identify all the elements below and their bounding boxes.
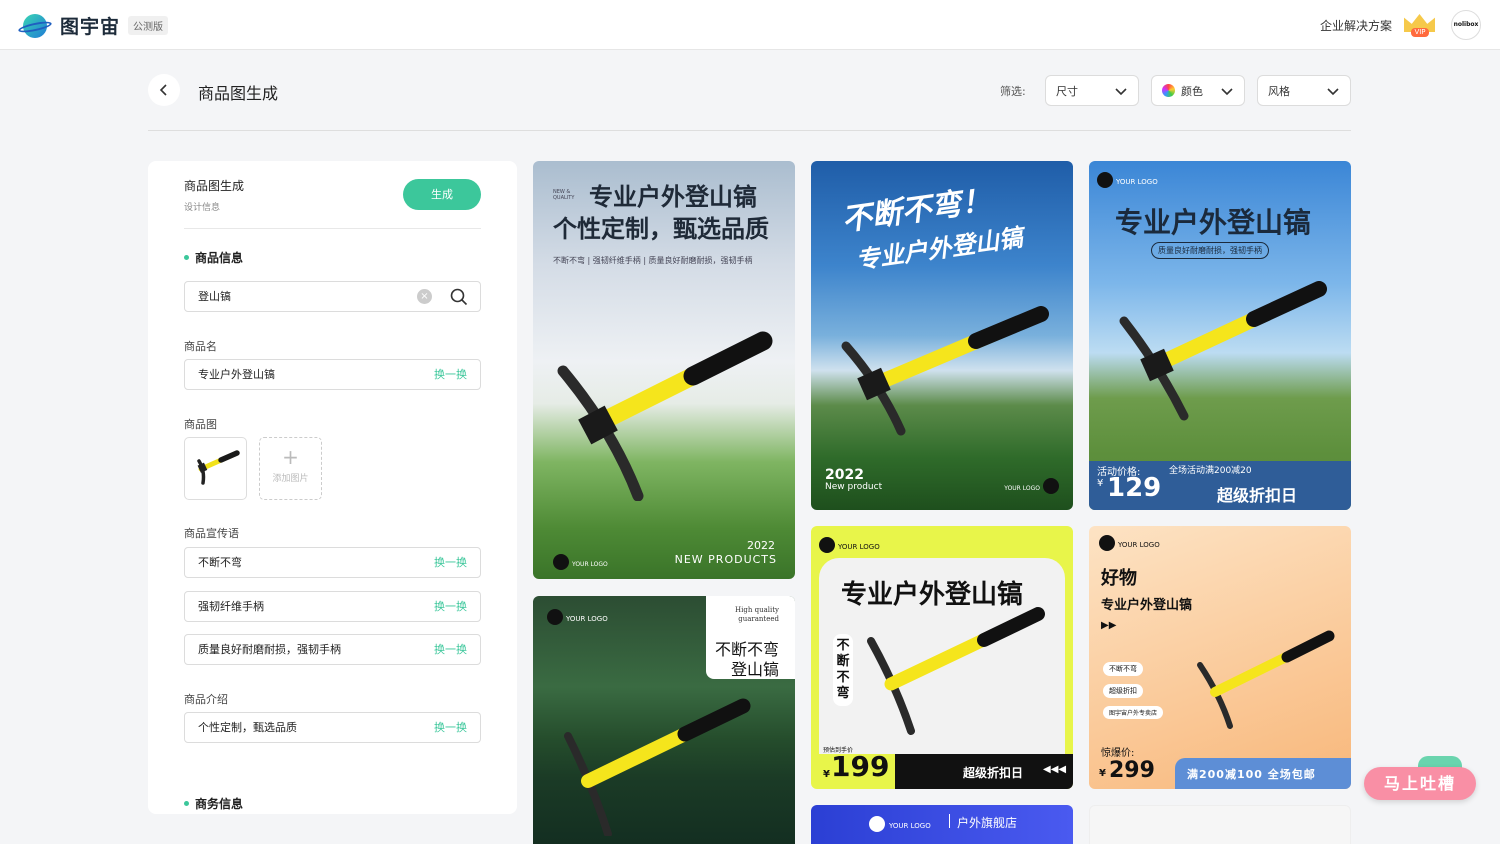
product-card[interactable]: YOUR LOGO 专业户外登山镐 质量良好耐磨耐损，强韧手柄 活动价格: 全场… [1089, 161, 1351, 510]
panel-divider [184, 228, 481, 229]
section-business-info: 商务信息 [184, 795, 243, 812]
slogan-field[interactable]: 不断不弯 换一换 [184, 547, 481, 578]
brand-logo: YOUR LOGO [869, 813, 931, 832]
product-card[interactable]: YOUR LOGO 户外旗舰店 [811, 805, 1073, 844]
rewind-icon: ◀◀◀ [1043, 764, 1067, 775]
generate-button[interactable]: 生成 [403, 179, 481, 210]
section-bullet [184, 801, 189, 806]
vip-crown-icon[interactable]: VIP [1404, 12, 1435, 38]
planet-logo-icon [17, 13, 53, 38]
feedback-button[interactable]: 马上吐槽 [1364, 767, 1476, 800]
pickaxe-image [1197, 630, 1335, 729]
avatar[interactable]: nolibox [1451, 10, 1481, 40]
filter-size-select[interactable]: 尺寸 [1045, 75, 1139, 106]
brand-logo: YOUR LOGO [553, 551, 608, 570]
panel-subtitle: 设计信息 [184, 203, 221, 213]
color-wheel-icon [1162, 84, 1175, 97]
brand-logo: YOUR LOGO [1004, 475, 1059, 494]
header-divider [148, 130, 1351, 131]
slogan-field[interactable]: 强韧纤维手柄 换一换 [184, 591, 481, 622]
section-bullet [184, 255, 189, 260]
filter-label: 筛选: [1000, 85, 1026, 98]
add-image-button[interactable]: + 添加图片 [259, 437, 322, 500]
swap-button[interactable]: 换一换 [434, 713, 467, 742]
product-card[interactable]: 不断不弯！ 专业户外登山镐 2022 New product YOUR LOGO [811, 161, 1073, 510]
design-info-panel: 商品图生成 设计信息 生成 商品信息 登山镐 × 商品名 专业户外登山镐 换一换… [148, 161, 517, 814]
search-icon[interactable] [450, 288, 468, 306]
top-nav: 图宇宙 公测版 企业解决方案 VIP nolibox [0, 0, 1500, 50]
page-title: 商品图生成 [198, 84, 279, 103]
chevron-down-icon [1115, 88, 1127, 96]
app-logo[interactable]: 图宇宙 公测版 [17, 12, 169, 39]
section-product-info: 商品信息 [184, 249, 243, 266]
brand-logo: YOUR LOGO [819, 534, 880, 553]
pickaxe-image [1119, 281, 1327, 421]
fast-forward-icon: ▶▶ [1101, 620, 1117, 631]
chevron-down-icon [1221, 88, 1233, 96]
intro-field[interactable]: 个性定制，甄选品质 换一换 [184, 712, 481, 743]
pickaxe-image [867, 607, 1045, 735]
swap-button[interactable]: 换一换 [434, 635, 467, 664]
brand-logo: YOUR LOGO [1097, 169, 1158, 188]
slogan-field[interactable]: 质量良好耐磨耐损，强韧手柄 换一换 [184, 634, 481, 665]
app-name: 图宇宙 [60, 16, 121, 38]
product-image-thumbnail[interactable] [184, 437, 247, 500]
product-card[interactable]: YOUR LOGO High quality guaranteed 不断不弯 登… [533, 596, 795, 844]
plus-icon: + [282, 445, 299, 469]
beta-badge: 公测版 [128, 16, 169, 35]
swap-button[interactable]: 换一换 [434, 360, 467, 389]
product-card[interactable]: NEW & QUALITY 专业户外登山镐 个性定制，甄选品质 不断不弯 | 强… [533, 161, 795, 579]
product-image-label: 商品图 [184, 418, 217, 431]
swap-button[interactable]: 换一换 [434, 548, 467, 577]
product-card[interactable] [1089, 805, 1351, 844]
logo-divider [949, 814, 950, 828]
product-name-field[interactable]: 专业户外登山镐 换一换 [184, 359, 481, 390]
product-card[interactable]: YOUR LOGO 好物 专业户外登山镐 ▶▶ 不断不弯 超级折扣 图宇宙户外专… [1089, 526, 1351, 789]
filter-color-select[interactable]: 颜色 [1151, 75, 1245, 106]
filter-style-select[interactable]: 风格 [1257, 75, 1351, 106]
enterprise-solutions-link[interactable]: 企业解决方案 [1320, 17, 1392, 34]
back-button[interactable] [148, 74, 180, 106]
pickaxe-image [557, 331, 773, 501]
pickaxe-image [564, 698, 751, 836]
pickaxe-image [841, 306, 1049, 436]
pickaxe-image [196, 449, 240, 485]
swap-button[interactable]: 换一换 [434, 592, 467, 621]
intro-label: 商品介绍 [184, 693, 228, 706]
product-search-input[interactable]: 登山镐 × [184, 281, 481, 312]
product-card[interactable]: YOUR LOGO 专业户外登山镐 不断不弯 超级折扣日 ◀◀◀ 预估到手价 ¥… [811, 526, 1073, 789]
chevron-down-icon [1327, 88, 1339, 96]
brand-logo: YOUR LOGO [547, 606, 608, 625]
panel-title: 商品图生成 [184, 179, 245, 193]
clear-icon[interactable]: × [417, 289, 432, 304]
product-name-label: 商品名 [184, 340, 217, 353]
brand-logo: YOUR LOGO [1099, 532, 1160, 551]
slogan-label: 商品宣传语 [184, 527, 239, 540]
chevron-left-icon [159, 84, 167, 96]
